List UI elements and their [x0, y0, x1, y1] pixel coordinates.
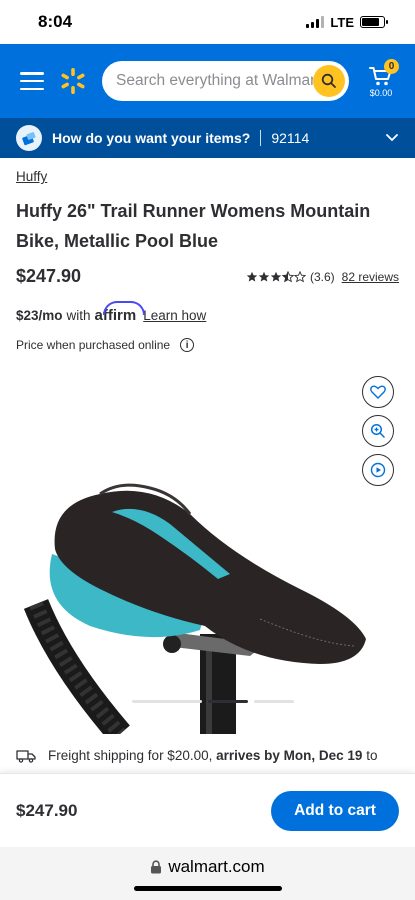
shipping-to: to	[366, 748, 378, 763]
network-label: LTE	[330, 14, 354, 30]
product-info: Huffy Huffy 26" Trail Runner Womens Moun…	[0, 169, 415, 352]
truck-icon	[16, 749, 36, 763]
status-time: 8:04	[38, 12, 73, 31]
cart-count-badge: 0	[384, 58, 399, 74]
delivery-divider	[260, 130, 262, 146]
search-input[interactable]: Search everything at Walmart online and …	[102, 61, 349, 101]
url-text: walmart.com	[168, 857, 265, 876]
cart-total: $0.00	[369, 87, 393, 98]
zoom-in-icon	[370, 423, 385, 438]
delivery-selector[interactable]: How do you want your items? 92114	[0, 118, 415, 158]
price-row: $247.90 (3.6) 82 reviews	[16, 266, 399, 287]
shipping-text: Freight shipping for $20.00,	[48, 748, 213, 763]
delivery-intent-icon	[16, 125, 42, 151]
info-icon[interactable]: i	[180, 338, 195, 352]
search-icon	[321, 73, 336, 88]
zip-code: 92114	[271, 130, 310, 146]
reviews-link[interactable]: 82 reviews	[342, 270, 399, 284]
url-display[interactable]: walmart.com	[150, 857, 265, 877]
home-indicator[interactable]	[133, 886, 282, 891]
affirm-logo: affirm	[94, 301, 145, 324]
monthly-price: $23/mo	[16, 308, 63, 323]
add-to-cart-button[interactable]: Add to cart	[271, 790, 399, 831]
heart-icon	[370, 385, 386, 399]
product-title: Huffy 26" Trail Runner Womens Mountain B…	[16, 201, 371, 251]
signal-icon	[306, 16, 325, 28]
menu-icon[interactable]	[20, 72, 44, 90]
rating[interactable]: (3.6) 82 reviews	[246, 270, 399, 284]
price-note-text: Price when purchased online	[16, 338, 171, 352]
sticky-price: $247.90	[16, 800, 78, 820]
lock-icon	[151, 860, 162, 874]
video-button[interactable]	[362, 454, 394, 486]
brand-link[interactable]: Huffy	[16, 169, 399, 184]
affirm-financing: $23/mo with affirm Learn how	[16, 301, 399, 324]
delivery-question: How do you want your items?	[52, 130, 251, 146]
search-button[interactable]	[313, 65, 345, 97]
bike-saddle-image	[23, 483, 366, 734]
carousel-indicator	[132, 700, 294, 703]
arrival-date: arrives by Mon, Dec 19	[216, 748, 363, 763]
app-header: Search everything at Walmart online and …	[0, 44, 415, 118]
product-price: $247.90	[16, 266, 82, 286]
shipping-info: Freight shipping for $20.00, arrives by …	[16, 748, 399, 763]
play-icon	[370, 462, 386, 478]
star-rating-icon	[246, 270, 306, 283]
favorite-button[interactable]	[362, 376, 394, 408]
product-image-carousel[interactable]	[0, 364, 415, 734]
rating-value: (3.6)	[309, 269, 335, 284]
search-placeholder: Search everything at Walmart online and …	[116, 72, 313, 89]
price-note: Price when purchased online i	[16, 338, 399, 352]
battery-icon	[360, 16, 388, 28]
zoom-button[interactable]	[362, 415, 394, 447]
status-bar: 8:04 LTE	[0, 0, 415, 44]
affirm-with: with	[66, 308, 91, 323]
chevron-down-icon	[386, 134, 398, 142]
sticky-cart-bar: $247.90 Add to cart	[0, 773, 415, 847]
browser-url-bar[interactable]: walmart.com	[0, 847, 415, 900]
learn-how-link[interactable]: Learn how	[143, 308, 206, 323]
cart-button[interactable]: 0 $0.00	[361, 58, 401, 98]
status-indicators: LTE	[306, 14, 388, 30]
walmart-spark-logo[interactable]	[56, 64, 90, 98]
